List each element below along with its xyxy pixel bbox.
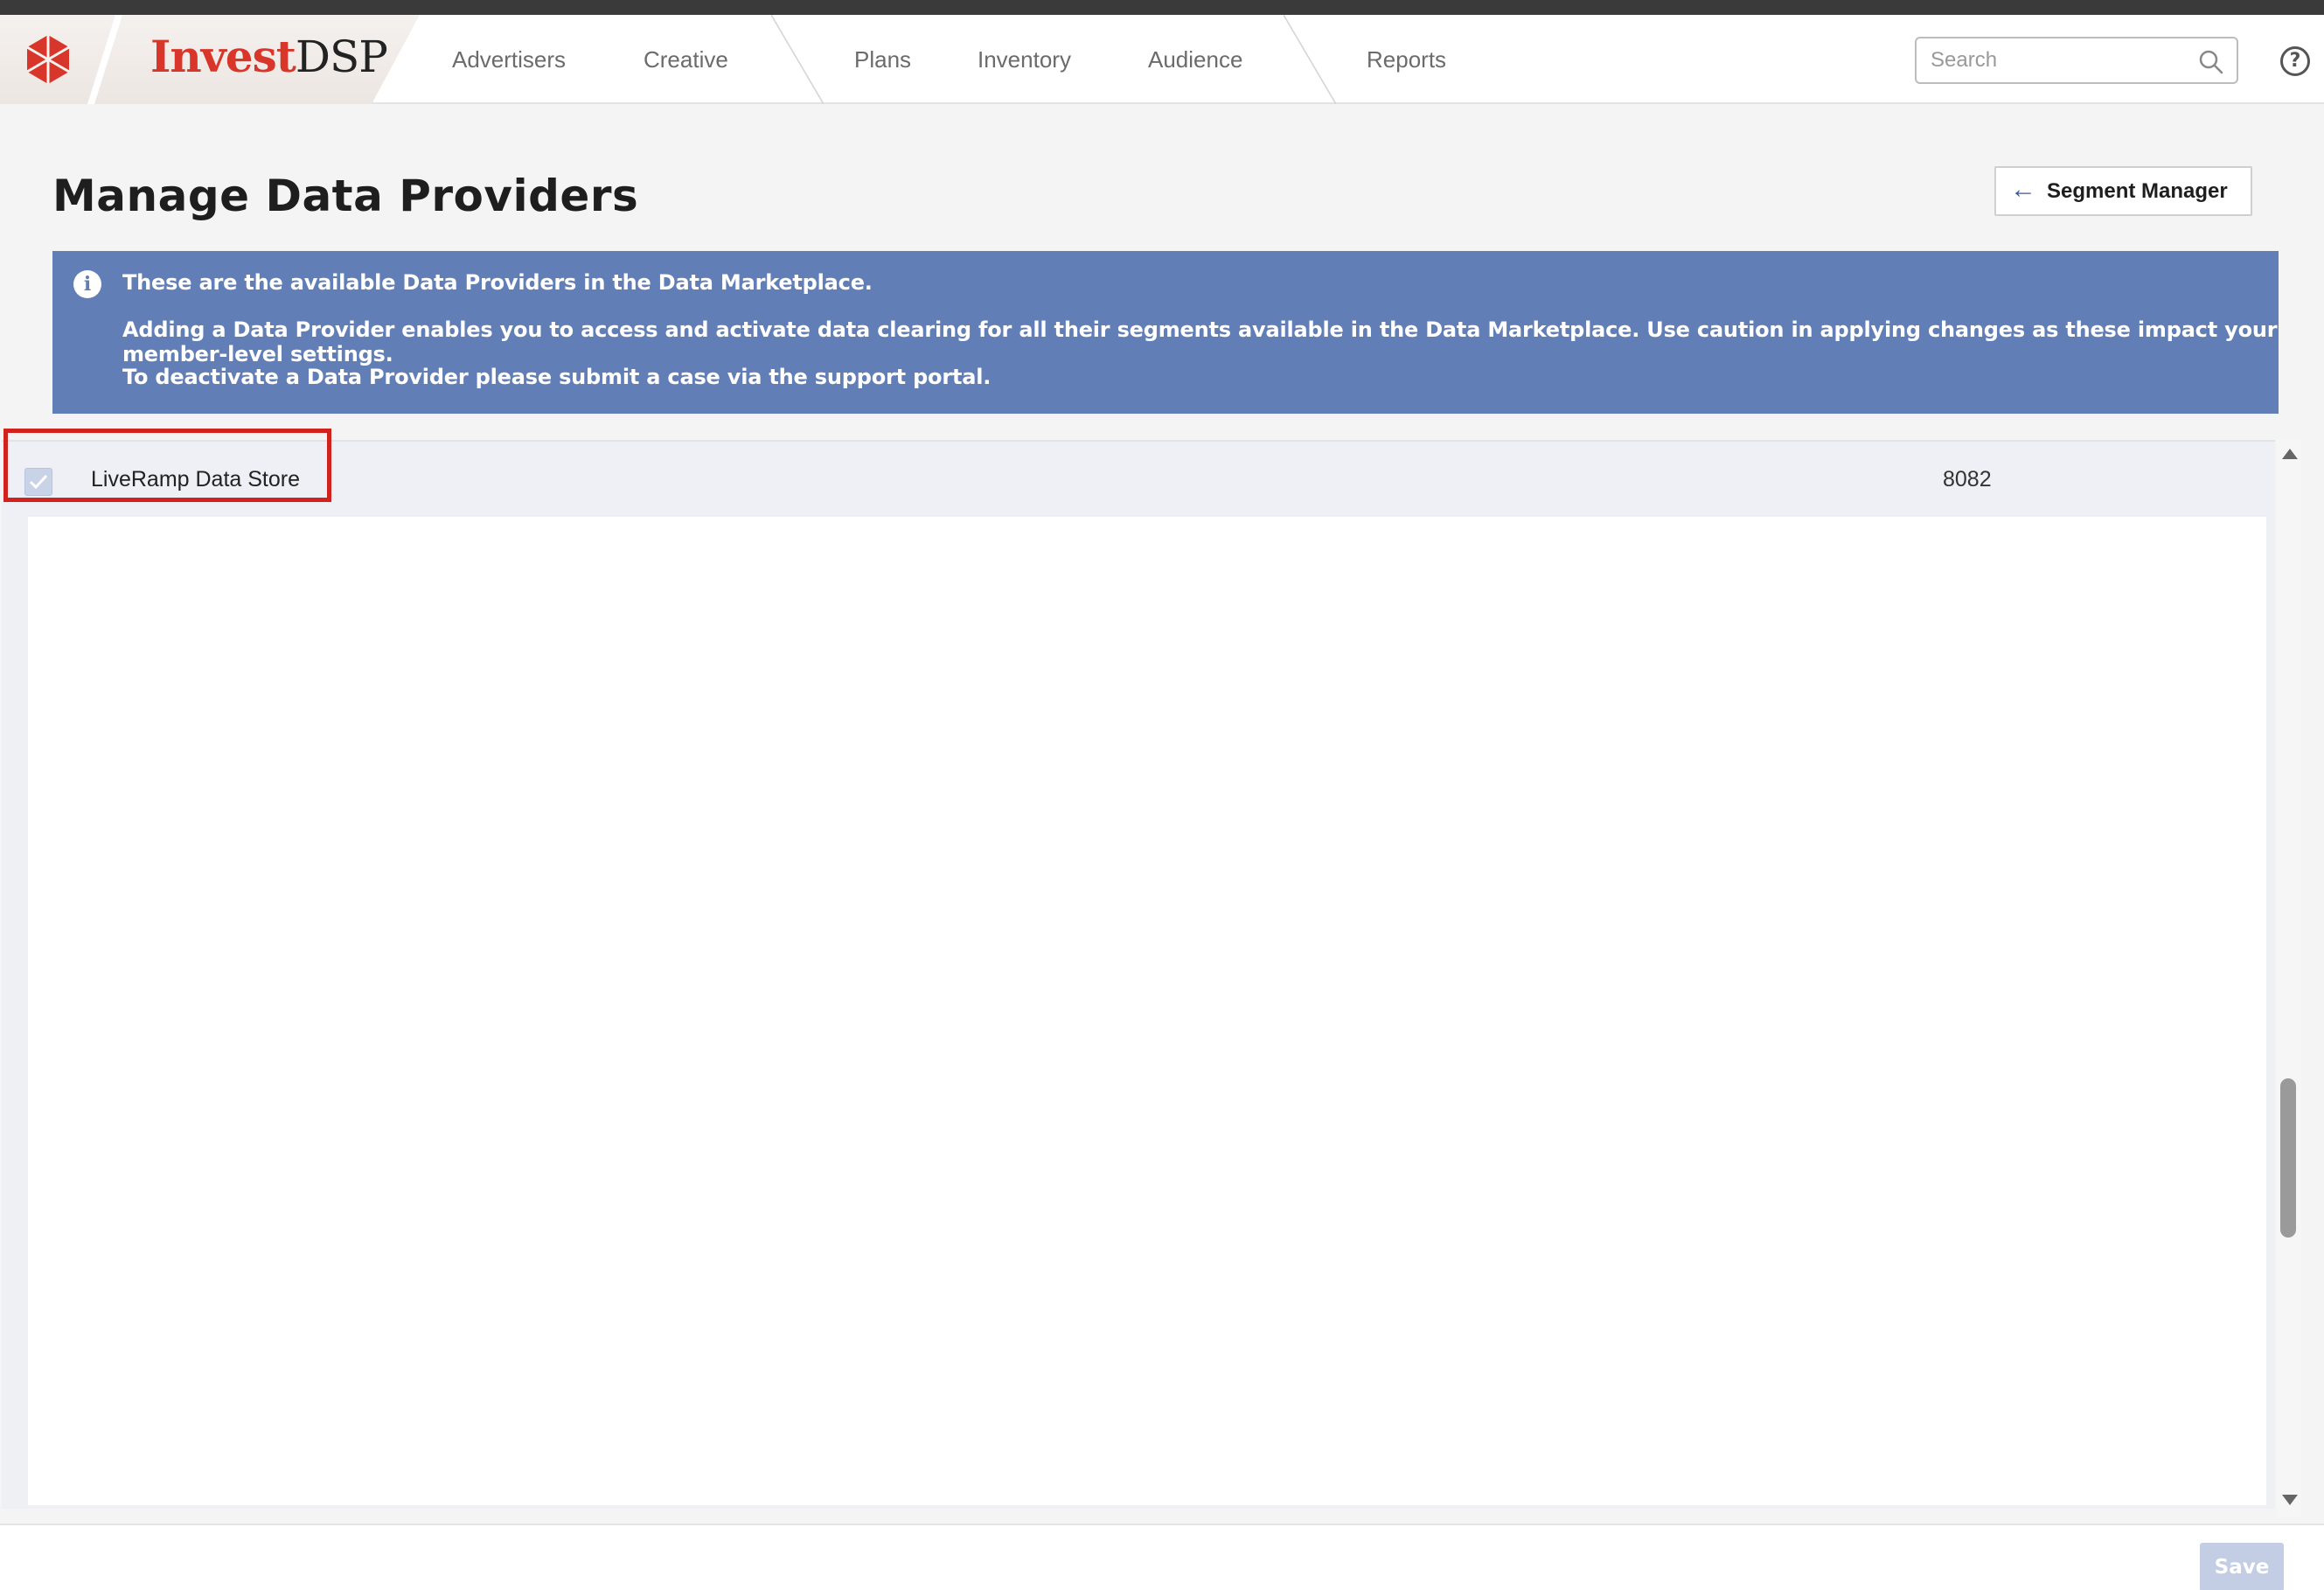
list-empty-area — [28, 517, 2266, 1505]
search-input[interactable] — [1931, 47, 2193, 73]
logo-hexagon-icon[interactable] — [21, 32, 75, 87]
banner-line-1: These are the available Data Providers i… — [122, 270, 873, 295]
info-icon: i — [73, 270, 101, 298]
nav-inventory[interactable]: Inventory — [978, 46, 1071, 73]
brand-part-1: Invest — [150, 31, 296, 82]
data-provider-list: LiveRamp Data Store 8082 — [2, 440, 2275, 1509]
nav-creative[interactable]: Creative — [644, 46, 728, 73]
help-icon[interactable]: ? — [2280, 46, 2310, 76]
provider-id: 8082 — [1943, 467, 1992, 492]
back-button-label: Segment Manager — [2047, 178, 2228, 203]
arrow-left-icon: ← — [2010, 174, 2036, 204]
brand-part-2: DSP — [295, 31, 388, 82]
scrollbar-thumb[interactable] — [2280, 1078, 2296, 1238]
banner-line-3: To deactivate a Data Provider please sub… — [122, 365, 992, 389]
page-title: Manage Data Providers — [52, 171, 639, 221]
list-scrollbar[interactable] — [2277, 440, 2301, 1517]
segment-manager-back-button[interactable]: ← Segment Manager — [1994, 166, 2252, 216]
search-box — [1915, 37, 2238, 84]
save-button[interactable]: Save — [2200, 1543, 2284, 1590]
window-top-strip — [0, 0, 2324, 15]
nav-plans[interactable]: Plans — [854, 46, 911, 73]
nav-advertisers[interactable]: Advertisers — [452, 46, 566, 73]
top-navbar: InvestDSP Advertisers Creative Plans Inv… — [0, 15, 2324, 104]
brand-logo-text[interactable]: InvestDSP — [150, 31, 388, 82]
nav-audience[interactable]: Audience — [1148, 46, 1242, 73]
nav-separator — [1284, 15, 1336, 104]
scroll-up-arrow-icon[interactable] — [2282, 449, 2298, 459]
checkmark-icon — [29, 474, 48, 490]
provider-checkbox[interactable] — [24, 468, 52, 496]
provider-name: LiveRamp Data Store — [91, 467, 301, 492]
search-icon[interactable] — [2198, 49, 2224, 75]
nav-reports[interactable]: Reports — [1367, 46, 1446, 73]
nav-separator — [771, 15, 824, 104]
banner-line-2: Adding a Data Provider enables you to ac… — [122, 317, 2278, 366]
page-footer: Save — [0, 1524, 2324, 1590]
info-banner: i These are the available Data Providers… — [52, 251, 2279, 414]
scroll-down-arrow-icon[interactable] — [2282, 1495, 2298, 1505]
provider-row[interactable]: LiveRamp Data Store 8082 — [2, 442, 2275, 517]
